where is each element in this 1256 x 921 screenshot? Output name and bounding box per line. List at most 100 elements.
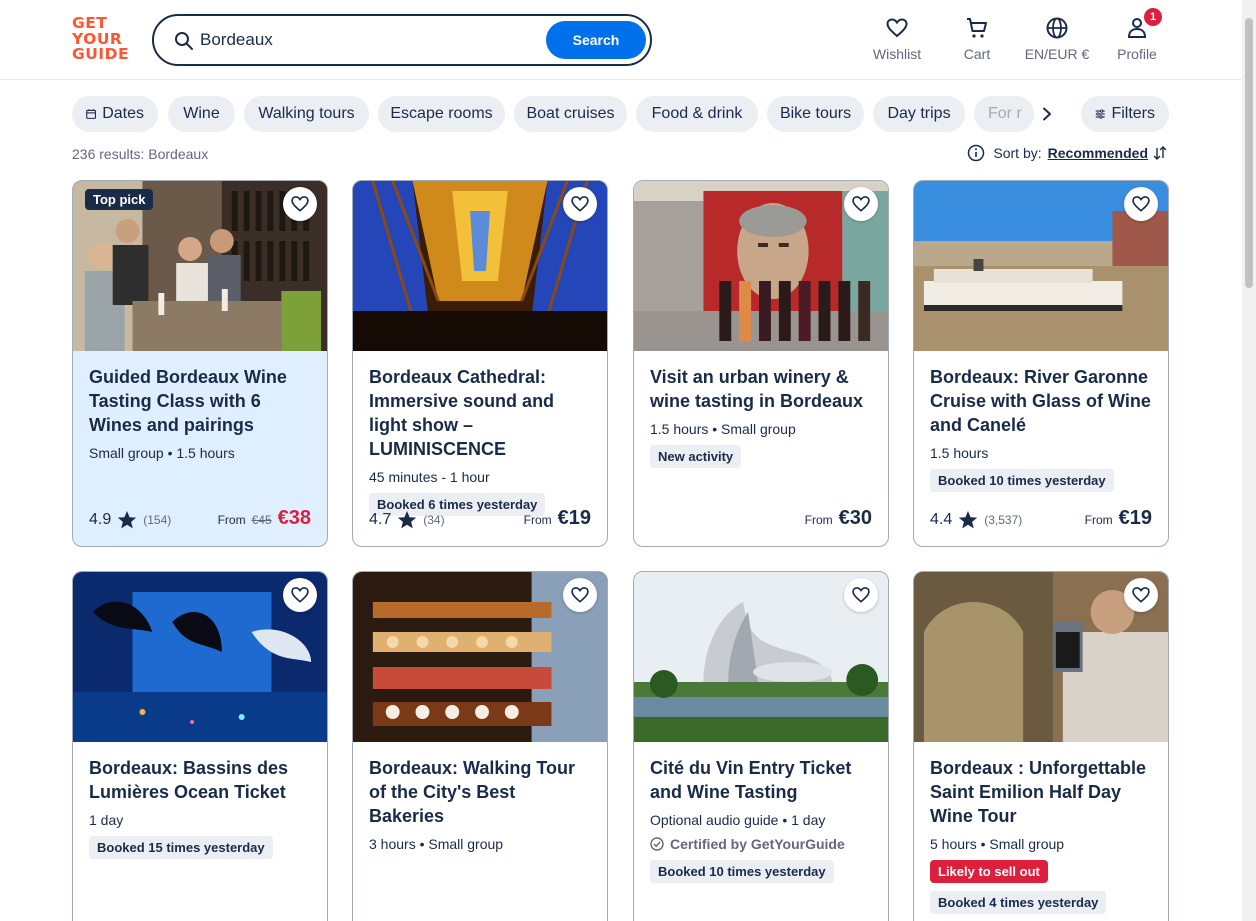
activity-card[interactable]: Bordeaux Cathedral: Immersive sound and …: [352, 180, 608, 547]
add-to-wishlist-button[interactable]: [563, 578, 597, 612]
chip-food-drink[interactable]: Food & drink: [636, 96, 758, 132]
chip-partial[interactable]: For r: [974, 96, 1034, 132]
booking-tag: Booked 10 times yesterday: [930, 469, 1114, 492]
activity-title[interactable]: Bordeaux Cathedral: Immersive sound and …: [369, 365, 591, 461]
search-button[interactable]: Search: [546, 21, 646, 59]
rating-value: 4.7: [369, 511, 392, 528]
heart-icon: [571, 587, 589, 603]
star-icon: [959, 511, 978, 529]
chip-label: Walking tours: [258, 105, 355, 122]
chip-wine[interactable]: Wine: [168, 96, 235, 132]
add-to-wishlist-button[interactable]: [1124, 187, 1158, 221]
activity-image[interactable]: [634, 572, 888, 742]
chip-boat-cruises[interactable]: Boat cruises: [514, 96, 627, 132]
search-icon: [175, 32, 193, 50]
activity-card[interactable]: Visit an urban winery & wine tasting in …: [633, 180, 889, 547]
cart-label: Cart: [963, 46, 991, 62]
add-to-wishlist-button[interactable]: [844, 187, 878, 221]
chip-dates[interactable]: Dates: [72, 96, 158, 132]
heart-icon: [1132, 587, 1150, 603]
filters-label: Filters: [1111, 105, 1155, 122]
activity-title[interactable]: Bordeaux: Bassins des Lumières Ocean Tic…: [89, 756, 311, 804]
original-price: €45: [251, 513, 272, 527]
chip-label: Bike tours: [779, 105, 852, 122]
sort-control[interactable]: Sort by: Recommended: [967, 144, 1168, 162]
activity-card[interactable]: Bordeaux : Unforgettable Saint Emilion H…: [913, 571, 1169, 921]
activity-meta: 1.5 hours: [930, 445, 989, 461]
activity-image[interactable]: [73, 572, 327, 742]
getyourguide-logo[interactable]: GET YOUR GUIDE: [72, 15, 130, 64]
activity-card[interactable]: Top pick Guided Bordeaux Wine Tasting Cl…: [72, 180, 328, 547]
activity-card[interactable]: Bordeaux: River Garonne Cruise with Glas…: [913, 180, 1169, 547]
cart-icon: [967, 18, 987, 38]
profile-button[interactable]: Profile 1: [1112, 8, 1162, 64]
add-to-wishlist-button[interactable]: [283, 187, 317, 221]
chip-label: Dates: [102, 105, 144, 122]
sort-value[interactable]: Recommended: [1048, 145, 1148, 161]
activity-title[interactable]: Bordeaux: Walking Tour of the City's Bes…: [369, 756, 591, 828]
wishlist-label: Wishlist: [872, 46, 922, 62]
activity-title[interactable]: Cité du Vin Entry Ticket and Wine Tastin…: [650, 756, 872, 804]
activity-meta: 1 day: [89, 812, 124, 828]
activity-title[interactable]: Bordeaux : Unforgettable Saint Emilion H…: [930, 756, 1152, 828]
language-currency-button[interactable]: EN/EUR €: [1022, 16, 1092, 64]
activity-title[interactable]: Visit an urban winery & wine tasting in …: [650, 365, 872, 413]
rating: 4.9 (154): [89, 510, 171, 530]
booking-tag: Booked 10 times yesterday: [650, 860, 834, 883]
top-pick-badge: Top pick: [85, 189, 154, 210]
price-amount: €19: [1118, 507, 1152, 529]
add-to-wishlist-button[interactable]: [563, 187, 597, 221]
page-scrollbar[interactable]: [1242, 0, 1256, 921]
chip-label: Day trips: [887, 105, 951, 122]
results-count: 236 results: Bordeaux: [72, 146, 209, 162]
activity-image[interactable]: [634, 181, 888, 351]
scrollbar-thumb[interactable]: [1245, 18, 1253, 288]
star-icon: [398, 511, 417, 529]
heart-icon: [852, 196, 870, 212]
rating: 4.7 (34): [369, 510, 445, 530]
activity-image[interactable]: [914, 181, 1168, 351]
activity-image[interactable]: [914, 572, 1168, 742]
chip-label: Boat cruises: [526, 105, 615, 122]
add-to-wishlist-button[interactable]: [1124, 578, 1158, 612]
sale-price: €38: [277, 507, 311, 529]
wishlist-button[interactable]: Wishlist: [870, 16, 924, 64]
search-input[interactable]: [200, 27, 540, 53]
calendar-icon: [86, 109, 97, 119]
cart-button[interactable]: Cart: [956, 16, 998, 64]
heart-icon: [852, 587, 870, 603]
filters-button[interactable]: Filters: [1081, 96, 1169, 132]
header: GET YOUR GUIDE Search Wishlist Cart EN/E…: [0, 0, 1242, 80]
notification-badge: 1: [1144, 8, 1162, 26]
activity-image[interactable]: [353, 572, 607, 742]
add-to-wishlist-button[interactable]: [283, 578, 317, 612]
chevron-right-icon: [1043, 107, 1051, 121]
activity-image[interactable]: [353, 181, 607, 351]
review-count: (3,537): [984, 513, 1023, 527]
review-count: (34): [423, 513, 445, 527]
price-from-label: From: [1084, 513, 1113, 527]
info-icon[interactable]: [967, 144, 985, 162]
activity-card[interactable]: Bordeaux: Bassins des Lumières Ocean Tic…: [72, 571, 328, 921]
chip-label: Escape rooms: [390, 105, 493, 122]
search-bar: Search: [152, 14, 652, 66]
chip-bike-tours[interactable]: Bike tours: [767, 96, 864, 132]
price: From €45 €38: [218, 507, 311, 530]
activity-card[interactable]: Cité du Vin Entry Ticket and Wine Tastin…: [633, 571, 889, 921]
booking-tag: Booked 15 times yesterday: [89, 836, 273, 859]
price-from-label: From: [804, 513, 833, 527]
activity-meta: 1.5 hours • Small group: [650, 421, 796, 437]
chip-escape-rooms[interactable]: Escape rooms: [378, 96, 505, 132]
activity-title[interactable]: Bordeaux: River Garonne Cruise with Glas…: [930, 365, 1152, 437]
chips-next-button[interactable]: [1036, 96, 1058, 132]
chip-walking-tours[interactable]: Walking tours: [244, 96, 369, 132]
chip-label: Wine: [183, 105, 220, 122]
activity-image[interactable]: Top pick: [73, 181, 327, 351]
booking-tag: Booked 4 times yesterday: [930, 891, 1107, 914]
likely-to-sell-out-tag: Likely to sell out: [930, 860, 1048, 883]
activity-card[interactable]: Bordeaux: Walking Tour of the City's Bes…: [352, 571, 608, 921]
chip-day-trips[interactable]: Day trips: [873, 96, 965, 132]
price: From €30: [805, 507, 872, 530]
add-to-wishlist-button[interactable]: [844, 578, 878, 612]
activity-title[interactable]: Guided Bordeaux Wine Tasting Class with …: [89, 365, 311, 437]
